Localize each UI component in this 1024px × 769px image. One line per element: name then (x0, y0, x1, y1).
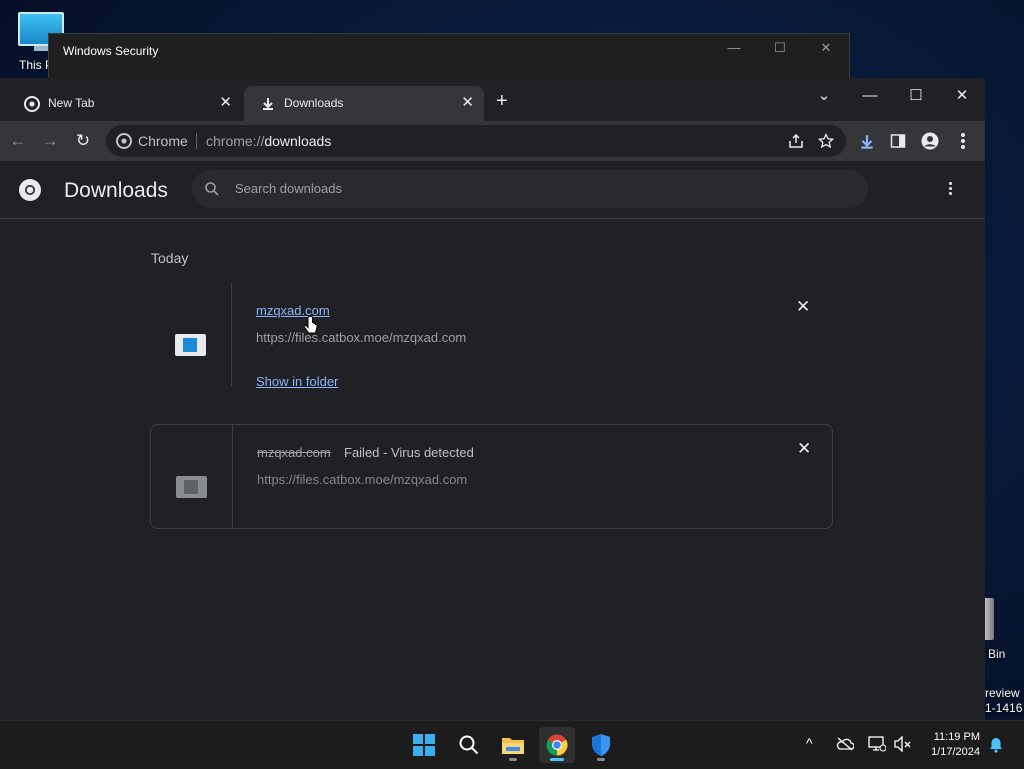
file-explorer-icon (502, 738, 524, 754)
minimize-button[interactable]: — (850, 82, 890, 110)
windows-security-title: Windows Security (63, 44, 159, 58)
download-icon (263, 98, 273, 110)
ws-close-button[interactable]: ✕ (811, 40, 841, 60)
downloads-page: Downloads Search downloads Today mzqxad.… (0, 161, 985, 720)
chrome-logo-icon (19, 179, 41, 201)
network-icon[interactable] (868, 736, 886, 752)
side-panel-icon[interactable] (890, 133, 906, 149)
forward-button[interactable]: → (38, 129, 62, 153)
page-title: Downloads (64, 179, 168, 202)
recycle-bin-label: Bin (988, 647, 1006, 661)
chrome-icon (116, 133, 132, 149)
clock-date: 1/17/2024 (931, 746, 980, 758)
tray-chevron-icon[interactable]: ^ (806, 735, 813, 751)
omnibox-chip: Chrome (138, 133, 188, 149)
show-in-folder-link[interactable]: Show in folder (256, 374, 338, 389)
download-filename: mzqxad.com (257, 445, 331, 460)
running-indicator (597, 758, 605, 761)
hand-cursor-icon (304, 316, 318, 334)
omnibox-url[interactable]: chrome://downloads (206, 133, 331, 149)
ws-minimize-button[interactable]: — (719, 40, 749, 60)
search-icon (459, 735, 479, 755)
file-icon (176, 476, 207, 498)
search-icon (205, 182, 219, 196)
downloads-toolbar-icon[interactable] (858, 133, 876, 151)
download-item-failed: mzqxad.com Failed - Virus detected https… (150, 424, 833, 529)
url-path: downloads (264, 133, 332, 149)
download-source-url: https://files.catbox.moe/mzqxad.com (257, 472, 468, 487)
omnibox-separator (196, 133, 197, 149)
clock-time: 11:19 PM (933, 731, 980, 743)
date-section-label: Today (151, 250, 189, 266)
tab-downloads[interactable]: Downloads ✕ (244, 86, 484, 121)
file-icon-column (151, 425, 233, 528)
volume-muted-icon[interactable] (894, 736, 912, 752)
taskbar: ^ 11:19 PM 1/17/2024 (0, 720, 1024, 769)
ws-maximize-button[interactable]: ☐ (765, 40, 795, 60)
profile-icon[interactable] (921, 132, 939, 150)
download-filename-link[interactable]: mzqxad.com (256, 303, 330, 318)
taskbar-chrome[interactable] (539, 727, 575, 763)
tab-label: Downloads (284, 96, 344, 110)
chrome-icon (546, 734, 568, 756)
taskbar-clock[interactable]: 11:19 PM 1/17/2024 (920, 730, 980, 760)
tab-search-button[interactable]: ⌄ (804, 82, 844, 110)
downloads-menu-icon[interactable] (949, 182, 953, 195)
bookmark-star-icon[interactable] (818, 133, 834, 149)
start-icon (413, 734, 435, 756)
remove-download-button[interactable]: ✕ (796, 297, 810, 317)
back-button[interactable]: ← (6, 129, 30, 153)
notification-bell-icon[interactable] (989, 737, 1003, 753)
active-indicator (550, 758, 564, 761)
chrome-icon (24, 96, 40, 112)
tab-close-button[interactable]: ✕ (219, 93, 232, 111)
taskbar-search-button[interactable] (451, 727, 487, 763)
url-scheme: chrome:// (206, 133, 265, 149)
running-indicator (509, 758, 517, 761)
file-icon-column (150, 283, 232, 386)
start-button[interactable] (406, 727, 442, 763)
chrome-menu-icon[interactable] (961, 133, 965, 149)
taskbar-windows-security[interactable] (583, 727, 619, 763)
toolbar: ← → ↻ Chrome chrome://downloads (0, 121, 985, 161)
download-item: mzqxad.com https://files.catbox.moe/mzqx… (150, 283, 831, 389)
download-status: Failed - Virus detected (344, 445, 474, 460)
watermark-line2: 1-1416 (985, 701, 1023, 715)
close-button[interactable]: ✕ (942, 82, 982, 110)
tab-label: New Tab (48, 96, 95, 110)
tab-close-button[interactable]: ✕ (461, 93, 474, 111)
windows-security-window[interactable]: Windows Security — ☐ ✕ (48, 33, 850, 80)
maximize-button[interactable]: ☐ (896, 82, 936, 110)
file-icon (175, 334, 206, 356)
tab-new-tab[interactable]: New Tab ✕ (8, 86, 242, 121)
windows-security-icon (592, 734, 610, 756)
reload-button[interactable]: ↻ (71, 129, 95, 153)
search-downloads-input[interactable]: Search downloads (192, 170, 868, 208)
onedrive-icon[interactable] (836, 737, 854, 751)
downloads-header: Downloads Search downloads (0, 161, 985, 219)
download-source-url: https://files.catbox.moe/mzqxad.com (256, 330, 467, 345)
watermark-line1: review (985, 686, 1020, 700)
chrome-window: New Tab ✕ Downloads ✕ + ⌄ — ☐ ✕ ← → ↻ Ch… (0, 78, 985, 720)
search-placeholder: Search downloads (235, 181, 342, 196)
taskbar-file-explorer[interactable] (495, 727, 531, 763)
new-tab-button[interactable]: + (496, 90, 508, 113)
tab-strip: New Tab ✕ Downloads ✕ + ⌄ — ☐ ✕ (0, 78, 985, 121)
omnibox[interactable]: Chrome chrome://downloads (106, 125, 846, 157)
remove-download-button[interactable]: ✕ (797, 439, 811, 459)
share-icon[interactable] (788, 133, 804, 149)
